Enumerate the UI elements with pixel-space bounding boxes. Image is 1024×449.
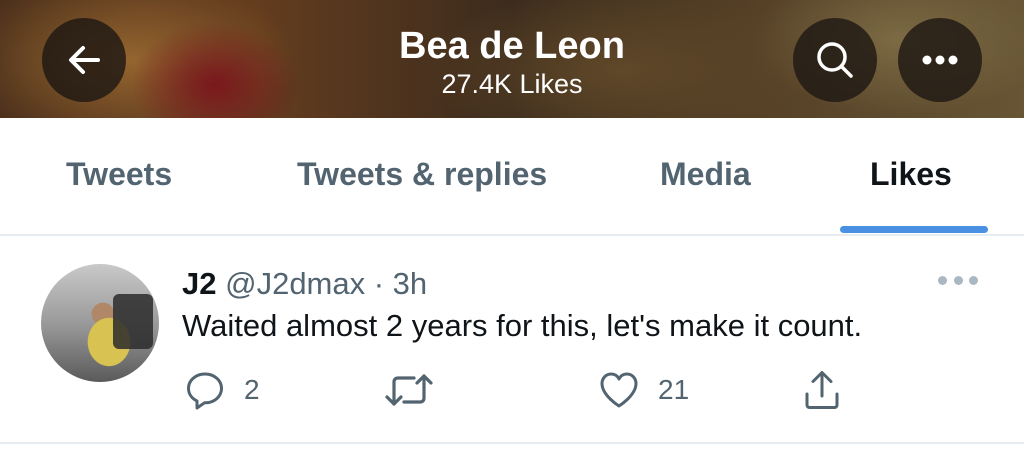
tweet-author-line: J2 @J2dmax · 3h	[182, 266, 427, 302]
avatar[interactable]	[41, 264, 159, 382]
reply-count: 2	[244, 374, 260, 405]
reply-icon	[187, 372, 223, 410]
back-button[interactable]	[42, 18, 126, 102]
profile-tabs: Tweets Tweets & replies Media Likes	[0, 118, 1024, 236]
more-horizontal-icon	[922, 55, 958, 65]
like-count: 21	[658, 374, 690, 405]
retweet-icon	[385, 374, 433, 406]
share-button[interactable]	[800, 368, 844, 412]
profile-name: Bea de Leon	[399, 25, 625, 67]
header-title-group: Bea de Leon 27.4K Likes	[312, 24, 712, 100]
active-tab-indicator	[840, 226, 988, 233]
tab-tweets[interactable]: Tweets	[66, 156, 172, 193]
retweet-button[interactable]	[384, 368, 452, 412]
more-options-button[interactable]	[898, 18, 982, 102]
tweet-text: Waited almost 2 years for this, let's ma…	[182, 308, 863, 343]
search-icon	[817, 42, 853, 78]
author-handle-time: @J2dmax · 3h	[225, 266, 428, 301]
avatar-photo-detail	[113, 294, 153, 349]
heart-icon	[600, 372, 638, 408]
share-icon	[805, 371, 839, 409]
tab-likes[interactable]: Likes	[870, 156, 952, 193]
likes-count: 27.4K Likes	[441, 69, 583, 99]
profile-header: Bea de Leon 27.4K Likes	[0, 0, 1024, 118]
like-button[interactable]: 21	[598, 368, 689, 412]
tab-tweets-replies[interactable]: Tweets & replies	[297, 156, 547, 193]
tab-media[interactable]: Media	[660, 156, 751, 193]
arrow-left-icon	[69, 46, 100, 74]
search-button[interactable]	[793, 18, 877, 102]
reply-button[interactable]: 2	[184, 368, 260, 412]
author-name[interactable]: J2	[182, 266, 216, 301]
tweet-more-icon[interactable]	[938, 270, 978, 290]
tweet-item[interactable]: J2 @J2dmax · 3h Waited almost 2 years fo…	[0, 236, 1024, 444]
